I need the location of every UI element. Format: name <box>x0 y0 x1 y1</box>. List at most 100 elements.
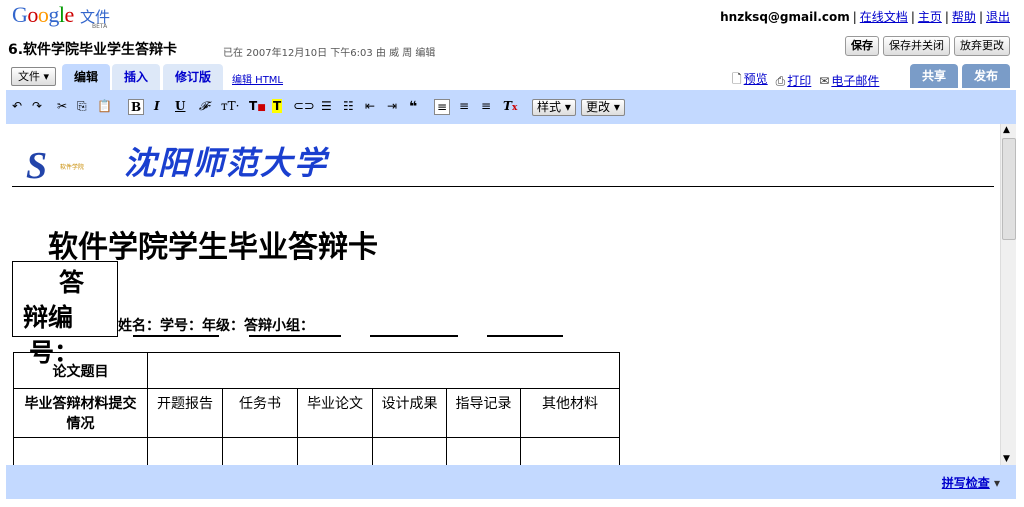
google-docs-logo[interactable]: Google 文件 BETA <box>12 2 122 30</box>
table-cell[interactable]: 任务书 <box>222 388 298 438</box>
table-cell[interactable] <box>372 437 447 465</box>
table-row: 论文题目 <box>13 352 620 389</box>
style-dropdown[interactable]: 样式 ▾ <box>532 99 576 116</box>
save-close-button[interactable]: 保存并关闭 <box>883 36 950 56</box>
printer-icon: ⎙ <box>775 74 786 88</box>
style-dropdown-label: 样式 <box>537 100 562 114</box>
defense-number-textbox[interactable]: 答 辩编 号： <box>12 261 118 367</box>
file-menu-label: 文件 <box>18 70 40 83</box>
scroll-up-icon[interactable]: ▲ <box>1003 125 1010 135</box>
paste-icon[interactable]: 📋 <box>97 99 112 113</box>
link-signout[interactable]: 退出 <box>986 10 1010 24</box>
table-cell[interactable]: 毕业答辩材料提交情况 <box>13 388 148 438</box>
save-button[interactable]: 保存 <box>845 36 879 56</box>
tab-revisions[interactable]: 修订版 <box>163 64 224 90</box>
status-bar: 拼写检查 ▾ <box>6 465 1016 499</box>
spellcheck-label: 拼写检查 <box>941 476 990 490</box>
table-cell[interactable] <box>147 437 223 465</box>
link-home[interactable]: 主页 <box>918 10 942 24</box>
font-icon[interactable]: 𝓕· <box>199 99 212 114</box>
table-cell[interactable]: 论文题目 <box>13 352 148 389</box>
blank-underline-1 <box>370 335 458 337</box>
logo-beta: BETA <box>92 23 108 30</box>
print-link[interactable]: ⎙ 打印 <box>776 72 812 89</box>
table-cell[interactable] <box>446 437 521 465</box>
table-cell[interactable]: 指导记录 <box>446 388 521 438</box>
text-color-icon[interactable]: T■ <box>249 99 266 113</box>
action-buttons: 保存 保存并关闭 放弃更改 <box>845 36 1010 56</box>
align-left-icon[interactable]: ≡ <box>434 99 451 115</box>
font-size-icon[interactable]: ᴛT· <box>221 99 239 113</box>
defense-table: 论文题目 毕业答辩材料提交情况 开题报告 任务书 毕业论文 设计成果 指导记录 … <box>13 352 620 465</box>
preview-icon: 🗋 <box>732 72 742 86</box>
right-links: 🗋 预览 ⎙ 打印 ✉ 电子邮件 <box>732 70 879 91</box>
table-cell[interactable]: 毕业论文 <box>297 388 373 438</box>
table-cell[interactable] <box>520 437 620 465</box>
scroll-down-icon[interactable]: ▼ <box>1003 454 1010 464</box>
email-label: 电子邮件 <box>831 74 880 88</box>
school-logo-subtext: 软件学院 <box>60 164 85 171</box>
tab-insert[interactable]: 插入 <box>112 64 161 90</box>
email-link[interactable]: ✉ 电子邮件 <box>819 72 879 89</box>
undo-icon[interactable]: ↶ <box>12 99 22 113</box>
user-email: hnzksq@gmail.com <box>720 10 850 24</box>
copy-icon[interactable]: ⎘ <box>77 99 87 114</box>
tab-edit[interactable]: 编辑 <box>62 64 111 90</box>
link-icon[interactable]: ⊂⊃ <box>293 99 315 114</box>
clear-formatting-icon[interactable]: Tx <box>503 99 517 113</box>
share-button[interactable]: 共享 <box>910 64 959 88</box>
redo-icon[interactable]: ↷ <box>32 99 42 113</box>
grade-underline <box>249 335 341 337</box>
chevron-down-icon: ▾ <box>613 100 620 114</box>
table-cell[interactable] <box>222 437 298 465</box>
cut-icon[interactable]: ✂ <box>57 99 67 113</box>
chevron-down-icon: ▾ <box>43 70 50 83</box>
table-cell[interactable]: 其他材料 <box>520 388 620 438</box>
header-rule <box>12 186 994 187</box>
editor-scrollbar[interactable]: ▲ ▼ <box>1000 124 1016 465</box>
table-cell[interactable]: 开题报告 <box>147 388 223 438</box>
tab-edit-html[interactable]: 编辑 HTML <box>232 71 283 86</box>
align-center-icon[interactable]: ≡ <box>459 99 469 113</box>
document-heading: 软件学院学生毕业答辩卡 <box>48 230 378 265</box>
table-cell[interactable] <box>13 437 148 465</box>
table-cell[interactable] <box>147 352 620 389</box>
preview-link[interactable]: 🗋 预览 <box>732 70 768 91</box>
highlight-color-icon[interactable]: T <box>272 99 283 113</box>
name-underline <box>133 335 219 337</box>
envelope-icon: ✉ <box>819 74 830 88</box>
bold-icon[interactable]: B <box>128 99 145 115</box>
align-right-icon[interactable]: ≡ <box>481 99 491 113</box>
table-cell[interactable]: 设计成果 <box>372 388 447 438</box>
document-title[interactable]: 6.软件学院毕业学生答辩卡 <box>8 39 177 59</box>
italic-icon[interactable]: I <box>154 99 160 113</box>
scroll-thumb[interactable] <box>1002 138 1016 240</box>
bulleted-list-icon[interactable]: ☷ <box>343 99 354 113</box>
chevron-down-icon: ▾ <box>564 100 571 114</box>
school-logo-icon: S <box>26 145 48 187</box>
table-cell[interactable] <box>297 437 373 465</box>
student-info-line: 姓名：学号：年级：答辩小组： <box>118 318 314 334</box>
editor-area[interactable]: S 软件学院 沈阳师范大学 软件学院学生毕业答辩卡 答 辩编 号： 姓名：学号：… <box>6 124 994 465</box>
file-menu[interactable]: 文件 ▾ <box>11 67 57 86</box>
change-dropdown[interactable]: 更改 ▾ <box>581 99 625 116</box>
quote-icon[interactable]: ❝ <box>409 99 417 115</box>
spellcheck-button[interactable]: 拼写检查 ▾ <box>942 474 1000 491</box>
link-online-docs[interactable]: 在线文档 <box>860 10 908 24</box>
saved-info: 已在 2007年12月10日 下午6:03 由 威 周 编辑 <box>223 48 436 59</box>
textbox-line-2: 辩编 <box>23 303 74 332</box>
outdent-icon[interactable]: ⇤ <box>365 99 375 113</box>
formatting-toolbar: ↶ ↷ ✂ ⎘ 📋 B I U 𝓕· ᴛT· T■ T ⊂⊃ ☰ ☷ ⇤ ⇥ ❝… <box>6 90 1016 124</box>
discard-button[interactable]: 放弃更改 <box>954 36 1010 56</box>
textbox-line-1: 答 <box>59 268 85 297</box>
table-row: 毕业答辩材料提交情况 开题报告 任务书 毕业论文 设计成果 指导记录 其他材料 <box>13 388 620 438</box>
link-help[interactable]: 帮助 <box>952 10 976 24</box>
preview-label: 预览 <box>743 72 768 86</box>
indent-icon[interactable]: ⇥ <box>387 99 397 113</box>
print-label: 打印 <box>787 74 812 88</box>
numbered-list-icon[interactable]: ☰ <box>321 99 332 113</box>
google-logo-text: Google <box>12 2 74 27</box>
user-bar: hnzksq@gmail.com | 在线文档 | 主页 | 帮助 | 退出 <box>720 10 1010 24</box>
publish-button[interactable]: 发布 <box>962 64 1011 88</box>
underline-icon[interactable]: U <box>175 99 185 113</box>
